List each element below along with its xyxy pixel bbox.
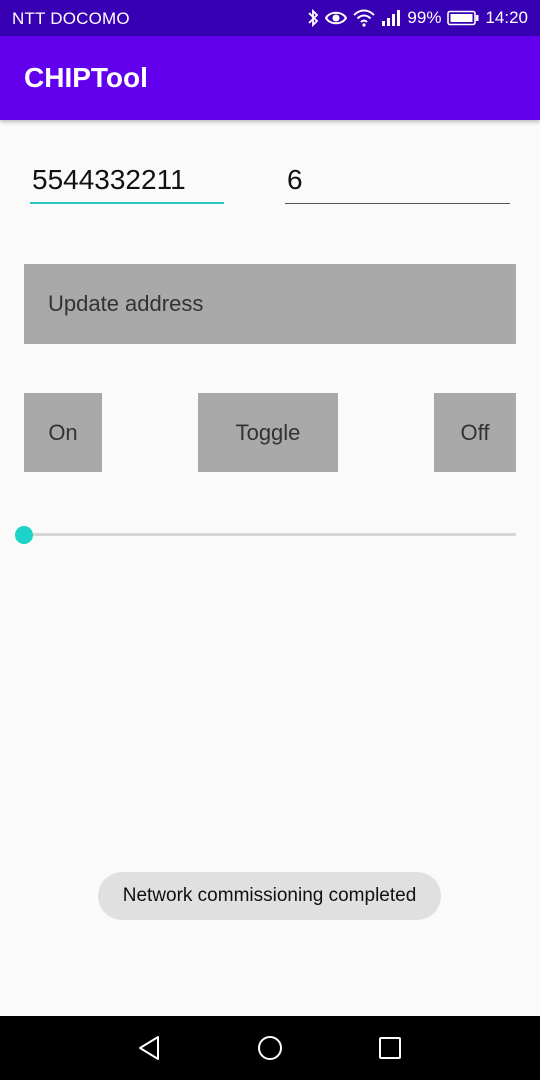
level-slider[interactable] bbox=[14, 524, 516, 546]
toggle-button-label: Toggle bbox=[235, 419, 301, 445]
back-icon[interactable] bbox=[136, 1034, 164, 1062]
wifi-icon bbox=[353, 9, 376, 27]
slider-track[interactable] bbox=[24, 533, 516, 536]
node-id-underline bbox=[30, 202, 224, 204]
toast-text: Network commissioning completed bbox=[122, 885, 417, 906]
node-id-field[interactable]: 5544332211 bbox=[30, 156, 224, 204]
eye-icon bbox=[325, 10, 348, 26]
toast-message: Network commissioning completed bbox=[98, 872, 441, 920]
navigation-bar bbox=[0, 1016, 540, 1080]
slider-thumb[interactable] bbox=[15, 526, 33, 544]
battery-percent: 99% bbox=[407, 8, 442, 27]
recents-icon[interactable] bbox=[376, 1034, 404, 1062]
endpoint-underline bbox=[285, 203, 510, 204]
clock: 14:20 bbox=[485, 8, 528, 27]
on-button[interactable]: On bbox=[24, 393, 102, 472]
endpoint-field[interactable]: 6 bbox=[285, 156, 510, 204]
battery-icon bbox=[447, 10, 479, 26]
app-title: CHIPTool bbox=[24, 62, 148, 93]
node-id-value: 5544332211 bbox=[32, 164, 186, 195]
endpoint-value: 6 bbox=[287, 164, 303, 195]
off-button[interactable]: Off bbox=[434, 393, 516, 472]
status-icons: 99% 14:20 bbox=[307, 7, 528, 29]
signal-icon bbox=[381, 10, 401, 26]
home-icon[interactable] bbox=[256, 1034, 284, 1062]
toggle-button[interactable]: Toggle bbox=[198, 393, 338, 472]
app-bar: CHIPTool bbox=[0, 36, 540, 120]
on-button-label: On bbox=[48, 419, 78, 445]
screen: NTT DOCOMO 99% 14:20 CHIPTool 5544332211… bbox=[0, 0, 540, 1080]
update-address-label: Update address bbox=[48, 291, 204, 316]
bluetooth-icon bbox=[307, 8, 319, 28]
status-bar: NTT DOCOMO 99% 14:20 bbox=[0, 0, 540, 36]
update-address-button[interactable]: Update address bbox=[24, 264, 516, 344]
carrier-name: NTT DOCOMO bbox=[12, 9, 130, 28]
off-button-label: Off bbox=[460, 419, 490, 445]
